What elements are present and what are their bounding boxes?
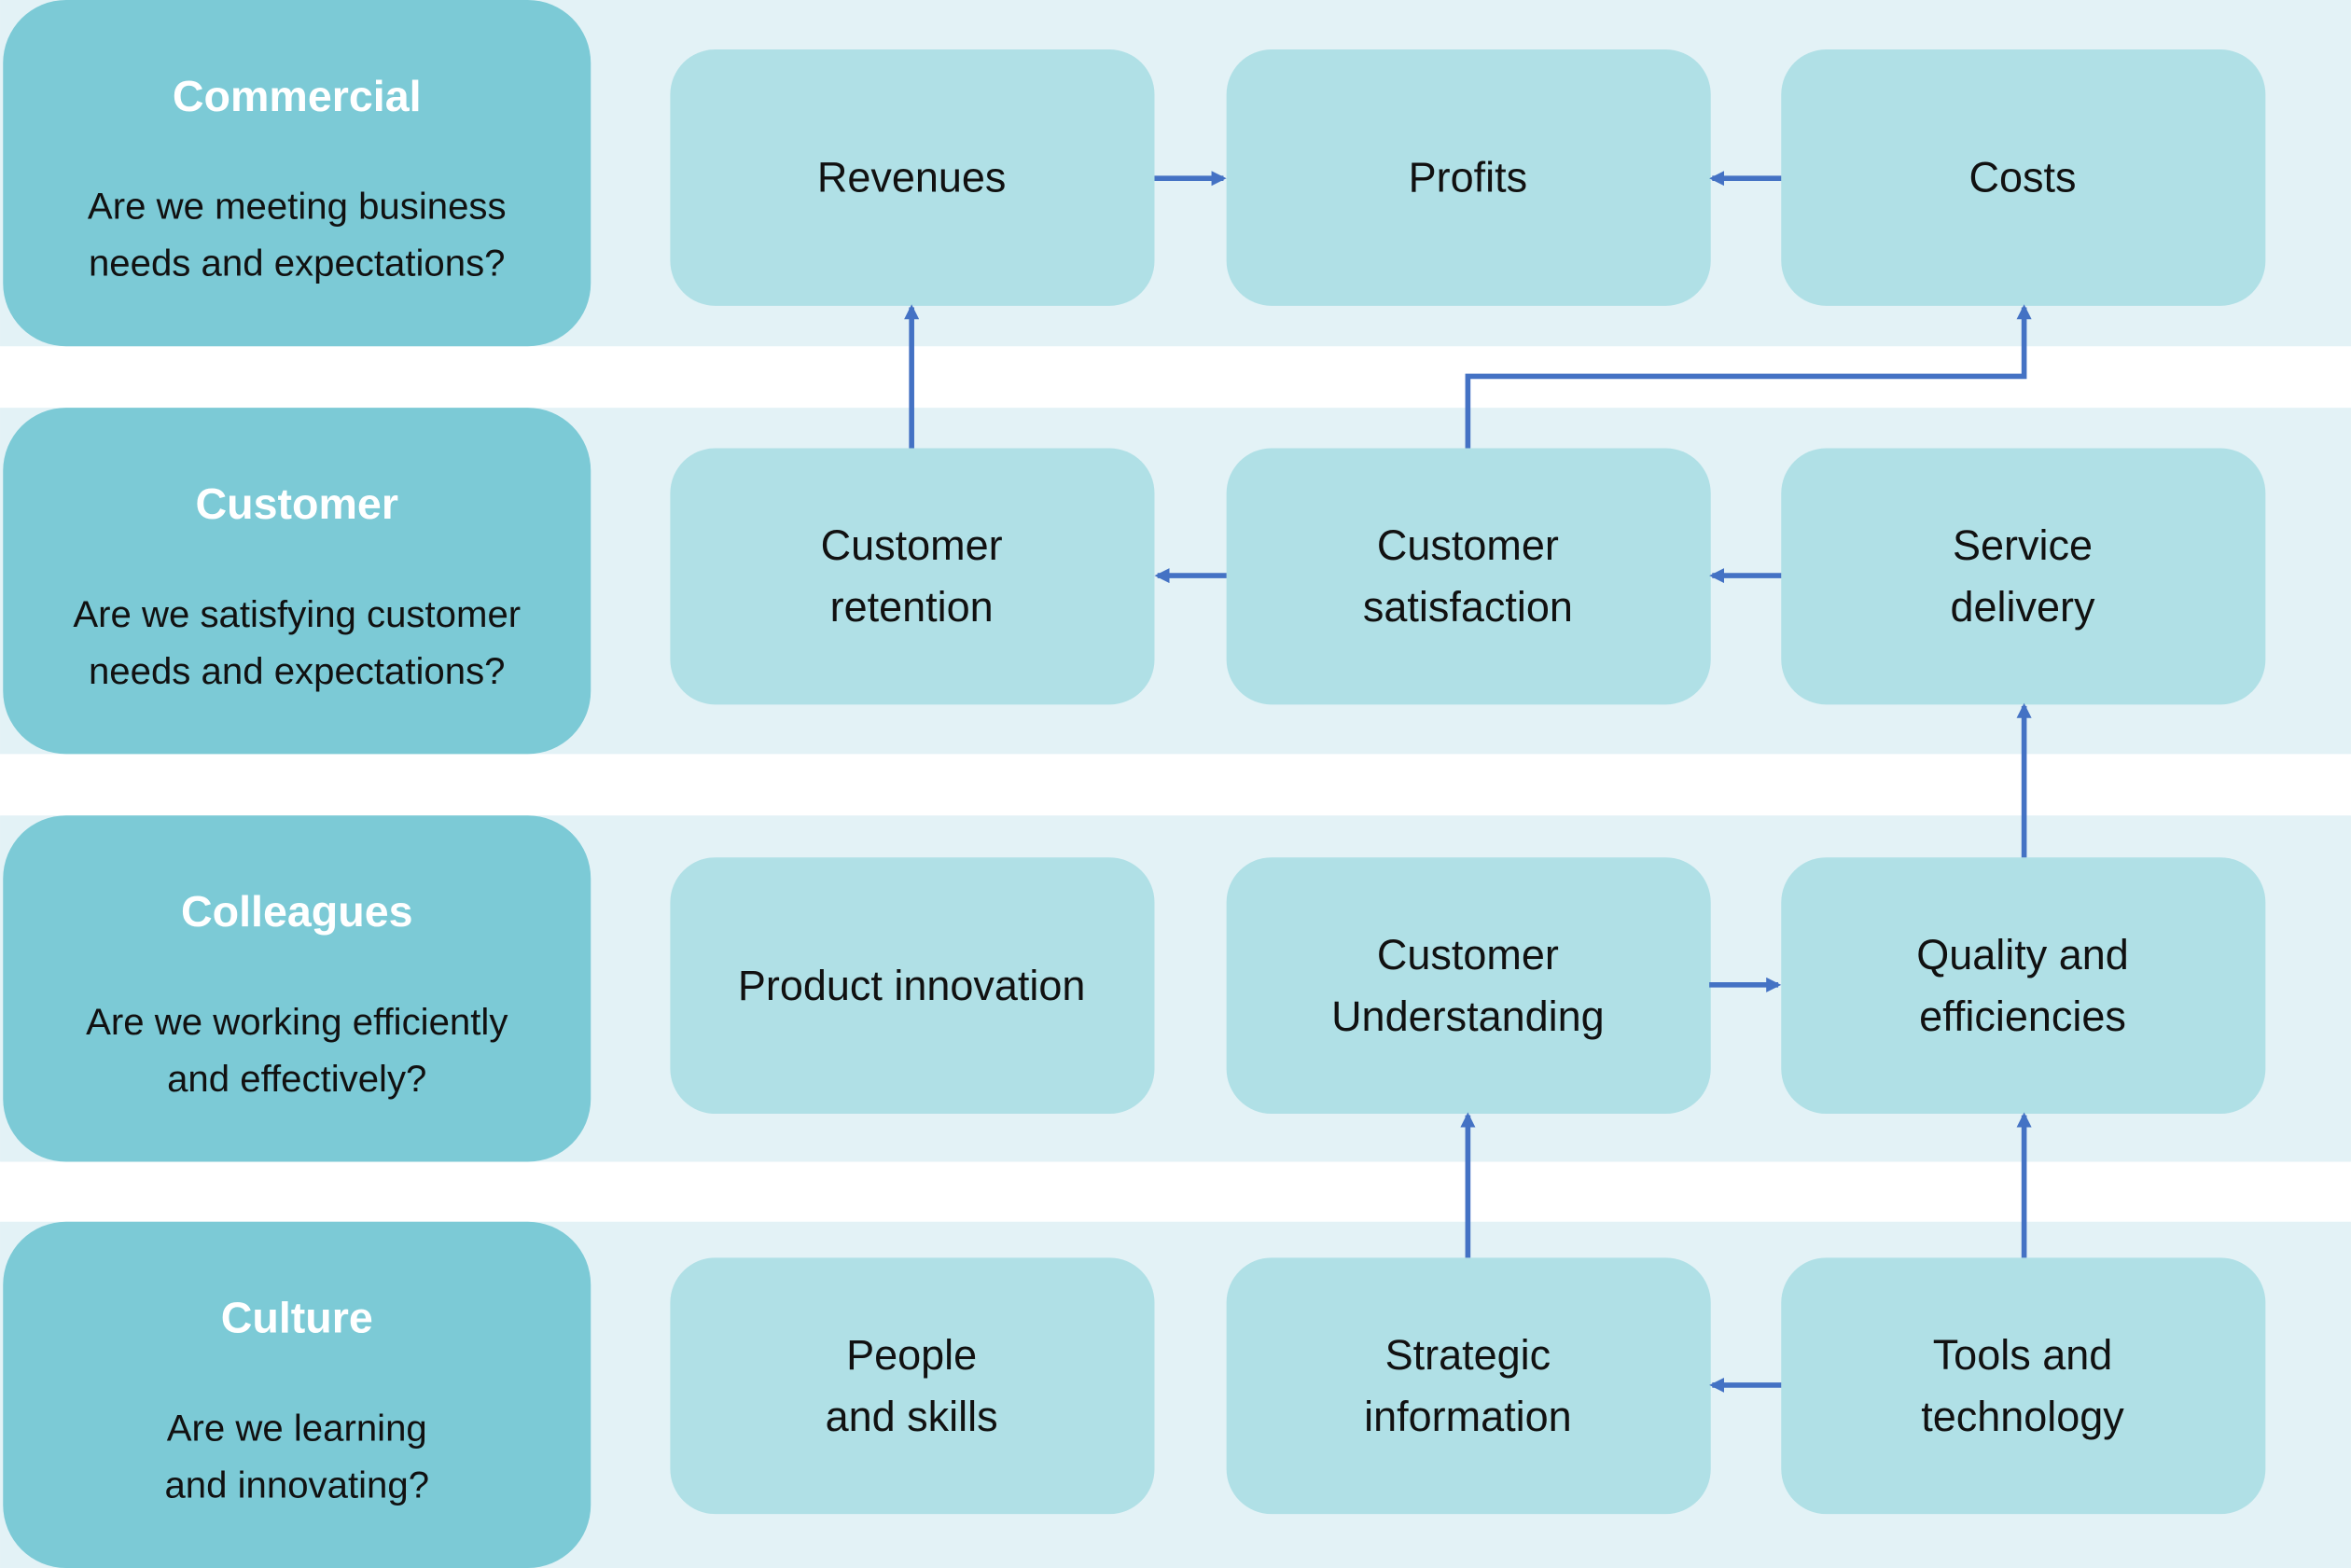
box-label: Strategic	[1385, 1331, 1551, 1379]
box-product-innovation: Product innovation	[670, 857, 1155, 1115]
box-customer-retention: Customer retention	[670, 448, 1155, 705]
box-label: Costs	[1968, 154, 2076, 201]
box-label: satisfaction	[1363, 583, 1573, 631]
row-header	[3, 408, 591, 755]
row-question-line: needs and expectations?	[89, 650, 506, 692]
row-question-line: Are we meeting business	[88, 186, 507, 228]
box-label: efficiencies	[1919, 992, 2126, 1040]
box-label: Product innovation	[738, 962, 1086, 1009]
box-label: Profits	[1409, 154, 1528, 201]
box-label: retention	[830, 583, 994, 631]
box-shape	[1781, 857, 2266, 1115]
box-shape	[1226, 448, 1711, 705]
row-title: Customer	[196, 479, 398, 528]
row-commercial: Commercial Are we meeting business needs a…	[0, 0, 2351, 347]
row-customer: Customer Are we satisfying customer needs …	[0, 408, 2351, 755]
box-label: Understanding	[1331, 992, 1605, 1040]
box-shape	[1781, 448, 2266, 705]
box-label: information	[1364, 1393, 1572, 1440]
box-label: technology	[1921, 1393, 2124, 1440]
row-title: Colleagues	[181, 887, 413, 936]
box-quality-and-efficiencies: Quality and efficiencies	[1781, 857, 2266, 1115]
box-label: Customer	[1377, 521, 1559, 569]
box-shape	[670, 448, 1155, 705]
row-question-line: needs and expectations?	[89, 243, 506, 284]
box-label: Service	[1953, 521, 2093, 569]
box-label: Quality and	[1916, 931, 2129, 978]
row-title: Culture	[221, 1294, 373, 1342]
box-people-and-skills: People and skills	[670, 1257, 1155, 1515]
box-label: People	[846, 1331, 977, 1379]
row-question-line: Are we learning	[167, 1407, 427, 1449]
box-customer-satisfaction: Customer satisfaction	[1226, 448, 1711, 705]
box-service-delivery: Service delivery	[1781, 448, 2266, 705]
box-shape	[1781, 1257, 2266, 1515]
row-question-line: and effectively?	[167, 1058, 426, 1100]
box-shape	[670, 1257, 1155, 1515]
row-header	[3, 0, 591, 347]
box-costs: Costs	[1781, 49, 2266, 306]
box-customer-understanding: Customer Understanding	[1226, 857, 1711, 1115]
row-header	[3, 815, 591, 1162]
row-title: Commercial	[173, 72, 422, 120]
box-label: Tools and	[1933, 1331, 2113, 1379]
row-header	[3, 1221, 591, 1568]
box-shape	[1226, 1257, 1711, 1515]
box-tools-and-technology: Tools and technology	[1781, 1257, 2266, 1515]
row-question-line: and innovating?	[164, 1464, 429, 1506]
box-shape	[1226, 857, 1711, 1115]
row-question-line: Are we working efficiently	[86, 1001, 508, 1043]
box-label: Customer	[821, 521, 1003, 569]
arrows	[904, 171, 2032, 1393]
box-label: Revenues	[817, 154, 1007, 201]
row-colleagues: Colleagues Are we working efficiently and …	[0, 815, 2351, 1162]
row-question-line: Are we satisfying customer	[73, 593, 521, 635]
box-profits: Profits	[1226, 49, 1711, 306]
box-label: delivery	[1950, 583, 2095, 631]
box-label: Customer	[1377, 931, 1559, 978]
box-revenues: Revenues	[670, 49, 1155, 306]
balanced-scorecard-diagram: Commercial Are we meeting business needs a…	[0, 0, 2351, 1568]
box-strategic-information: Strategic information	[1226, 1257, 1711, 1515]
row-culture: Culture Are we learning and innovating? Peo…	[0, 1221, 2351, 1568]
box-label: and skills	[826, 1393, 998, 1440]
